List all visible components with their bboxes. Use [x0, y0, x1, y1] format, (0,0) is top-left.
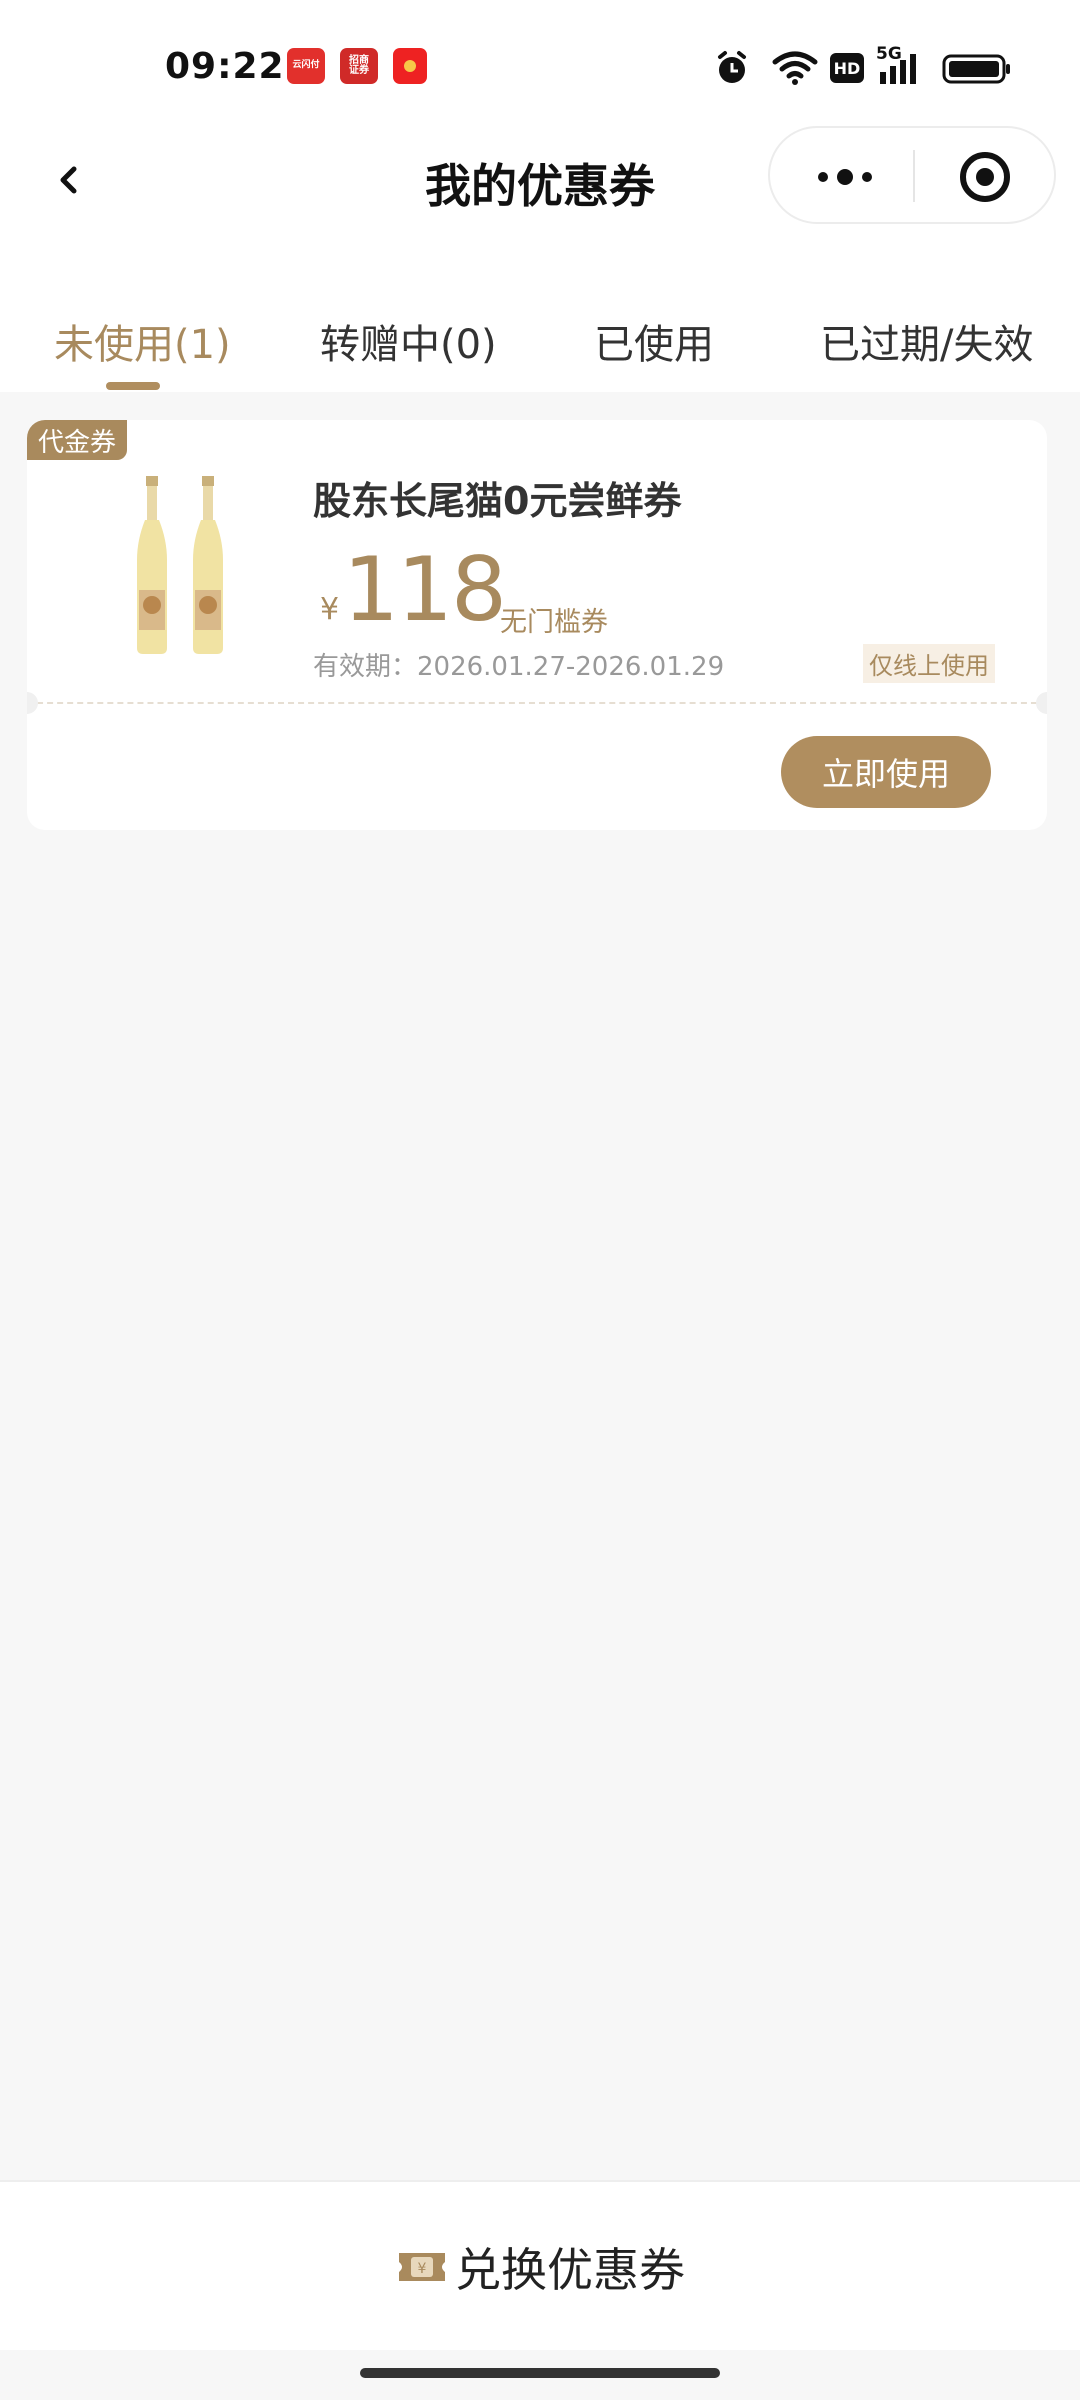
wine-bottles-image	[137, 476, 223, 654]
currency-symbol: ¥	[320, 592, 340, 627]
footer-bar: ¥ 兑换优惠券	[0, 2180, 1080, 2350]
coupon-type-badge: 代金券	[27, 420, 127, 460]
hd-icon: HD	[830, 53, 864, 83]
status-time: 09:22	[165, 46, 285, 87]
status-bar: 09:22 云闪付 招商 证券 HD 5G	[0, 0, 1080, 120]
capsule-divider	[913, 150, 915, 202]
mini-program-capsule	[768, 126, 1056, 224]
alarm-icon	[718, 51, 746, 83]
ticket-yuan-icon: ¥	[399, 2253, 445, 2281]
nav-bar: 我的优惠券	[0, 120, 1080, 240]
yunshanfu-icon: 云闪付	[287, 48, 325, 84]
close-mini-program-button[interactable]	[930, 140, 1040, 214]
redeem-coupon-button[interactable]: ¥ 兑换优惠券	[0, 2234, 1080, 2300]
status-indicators: HD 5G	[712, 44, 1012, 88]
coupon-amount: 118	[343, 538, 507, 641]
coupon-name: 股东长尾猫0元尝鲜券	[313, 479, 682, 523]
coupon-card[interactable]: 代金券 股东长尾猫0元尝鲜券 ¥ 118 无门槛券 有效期：2026.01.27…	[27, 420, 1047, 830]
svg-text:¥: ¥	[418, 2261, 427, 2277]
target-icon	[960, 152, 1010, 202]
coupon-notch-left	[27, 692, 38, 714]
red-packet-icon	[393, 48, 427, 84]
more-button[interactable]	[790, 140, 900, 214]
coupon-validity: 有效期：2026.01.27-2026.01.29	[313, 652, 725, 682]
5g-signal-icon: 5G	[876, 44, 926, 88]
wifi-icon	[772, 51, 818, 85]
tab-used[interactable]: 已使用	[594, 312, 714, 370]
use-now-button[interactable]: 立即使用	[781, 736, 991, 808]
cmb-securities-icon: 招商 证券	[340, 48, 378, 84]
tab-unused[interactable]: 未使用(1)	[54, 312, 231, 370]
tab-gifting[interactable]: 转赠中(0)	[320, 312, 497, 370]
coupon-tabs: 未使用(1) 转赠中(0) 已使用 已过期/失效	[0, 240, 1080, 392]
coupon-notch-right	[1036, 692, 1047, 714]
home-indicator[interactable]	[360, 2368, 720, 2378]
tab-expired[interactable]: 已过期/失效	[820, 312, 1033, 370]
coupon-threshold: 无门槛券	[500, 607, 608, 638]
more-dots-icon	[818, 169, 872, 185]
coupon-perforation	[27, 702, 1047, 704]
redeem-label: 兑换优惠券	[455, 2243, 685, 2297]
active-tab-indicator	[106, 382, 160, 390]
battery-icon	[942, 54, 1010, 84]
online-only-tag: 仅线上使用	[863, 644, 995, 683]
